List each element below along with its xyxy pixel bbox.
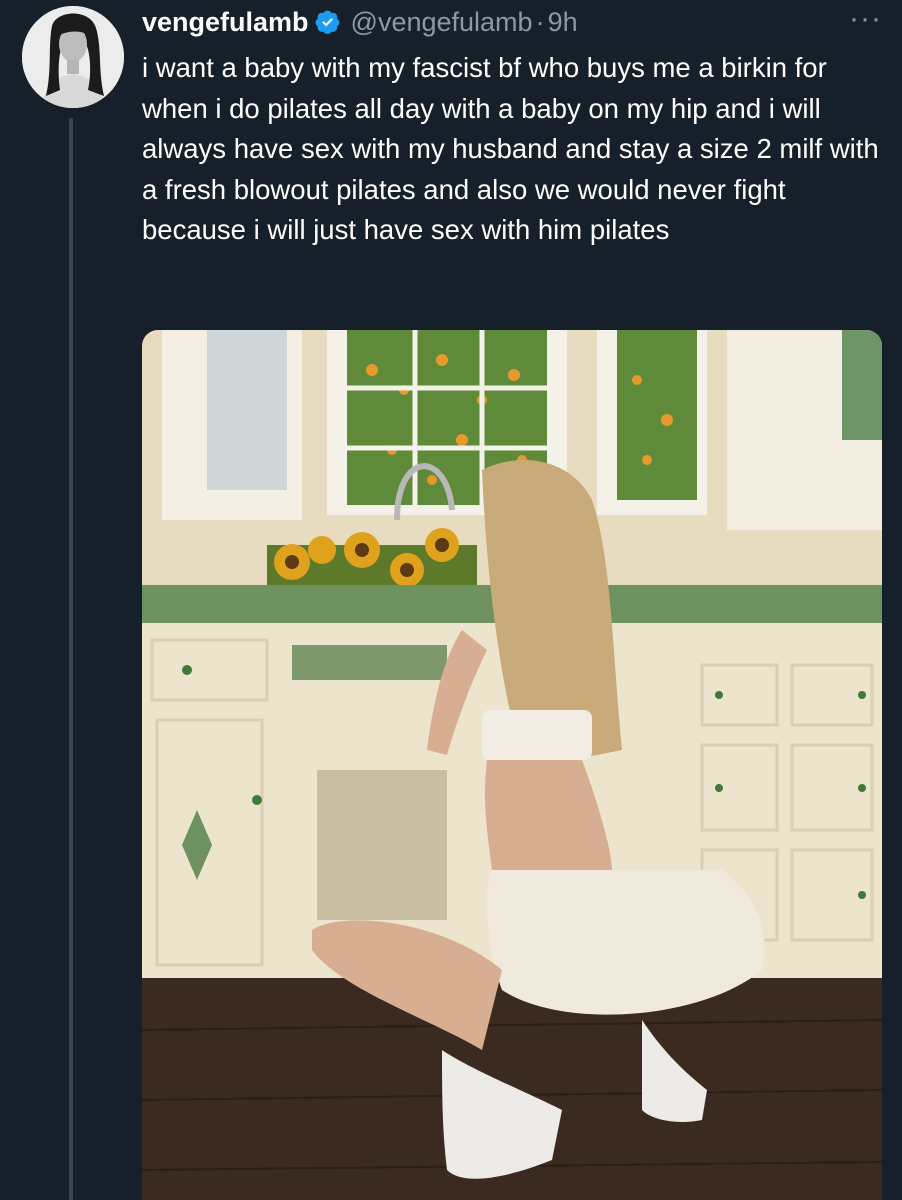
display-name[interactable]: vengefulamb: [142, 7, 309, 38]
tweet-image[interactable]: [142, 330, 882, 1200]
timestamp[interactable]: 9h: [548, 7, 578, 38]
verified-badge-icon: [315, 9, 341, 35]
tweet[interactable]: vengefulamb @vengefulamb · 9h ··· i want…: [0, 0, 902, 1200]
tweet-text: i want a baby with my fascist bf who buy…: [142, 52, 879, 245]
thread-line: [69, 118, 73, 1200]
tweet-header: vengefulamb @vengefulamb · 9h: [142, 2, 872, 42]
more-dots-icon[interactable]: ···: [849, 4, 882, 34]
separator: ·: [535, 6, 545, 37]
avatar[interactable]: [22, 6, 124, 108]
handle[interactable]: @vengefulamb: [351, 7, 533, 38]
